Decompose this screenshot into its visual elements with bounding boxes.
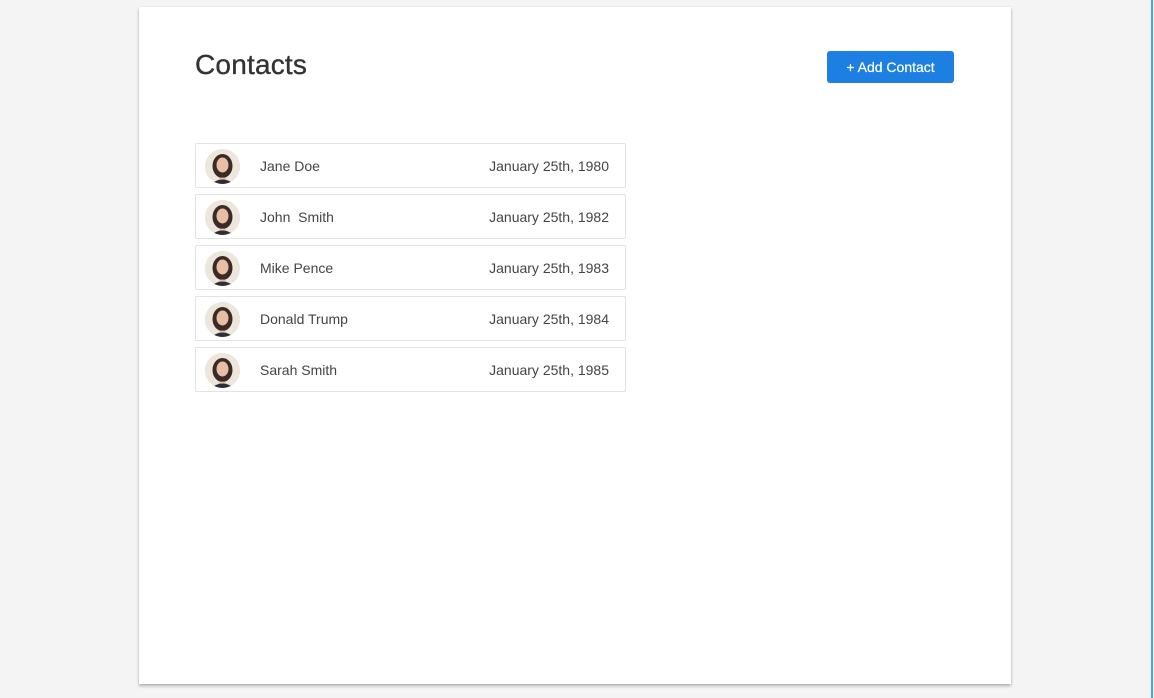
contact-row[interactable]: Donald Trump January 25th, 1984	[195, 296, 626, 341]
contact-name: Donald Trump	[260, 311, 348, 327]
contact-name: Sarah Smith	[260, 362, 338, 378]
contact-date: January 25th, 1985	[489, 362, 609, 378]
person-avatar-icon	[205, 149, 240, 184]
contact-row[interactable]: Mike Pence January 25th, 1983	[195, 245, 626, 290]
contacts-card: Contacts + Add Contact Jane Doe January …	[139, 7, 1011, 684]
contact-list: Jane Doe January 25th, 1980 John Smith J…	[195, 143, 626, 398]
add-contact-button[interactable]: + Add Contact	[827, 51, 954, 83]
contact-date: January 25th, 1980	[489, 158, 609, 174]
contact-row[interactable]: Sarah Smith January 25th, 1985	[195, 347, 626, 392]
page-title: Contacts	[195, 49, 308, 80]
contact-name: Mike Pence	[260, 260, 334, 276]
window-edge-line	[1151, 0, 1153, 698]
person-avatar-icon	[205, 200, 240, 235]
contact-date: January 25th, 1982	[489, 209, 609, 225]
contact-name: Jane Doe	[260, 158, 320, 174]
contact-row[interactable]: Jane Doe January 25th, 1980	[195, 143, 626, 188]
contact-date: January 25th, 1984	[489, 311, 609, 327]
person-avatar-icon	[205, 353, 240, 388]
person-avatar-icon	[205, 251, 240, 286]
contact-row[interactable]: John Smith January 25th, 1982	[195, 194, 626, 239]
contact-date: January 25th, 1983	[489, 260, 609, 276]
person-avatar-icon	[205, 302, 240, 337]
contact-name: John Smith	[260, 209, 334, 225]
